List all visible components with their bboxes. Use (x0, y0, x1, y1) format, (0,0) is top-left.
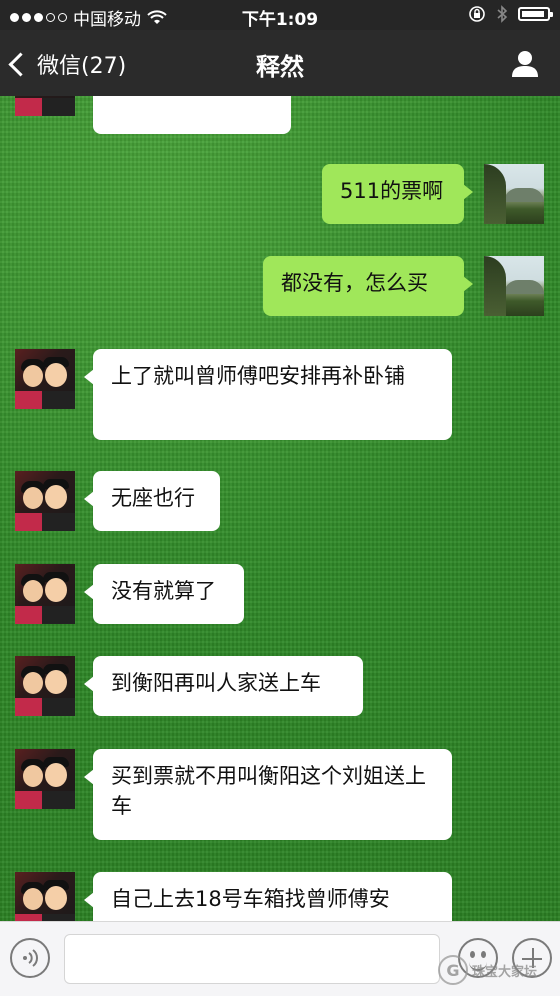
message-row: 买到票就不用叫衡阳这个刘姐送上车 (0, 749, 560, 850)
status-bar: 中国移动 下午1:09 (0, 0, 560, 30)
watermark-text: 珠宝大家坛 (472, 964, 538, 980)
battery-icon (518, 7, 553, 21)
message-row: 到衡阳再叫人家送上车 (0, 656, 560, 726)
watermark: G 珠宝大家坛 (438, 950, 556, 990)
watermark-logo: G (438, 955, 468, 985)
message-bubble[interactable]: 511的票啊 (322, 164, 473, 224)
bluetooth-icon (497, 5, 508, 23)
sender-avatar[interactable] (15, 349, 75, 409)
sender-avatar[interactable] (15, 749, 75, 809)
chat-title: 释然 (256, 53, 304, 81)
voice-icon (23, 949, 38, 967)
sender-avatar[interactable] (15, 471, 75, 531)
message-input[interactable] (64, 934, 440, 984)
message-bubble[interactable]: 买到票就不用叫衡阳这个刘姐送上车 (84, 749, 452, 840)
message-row: 只是买张票上去 (0, 96, 560, 144)
message-row: 自己上去18号车箱找曾师傅安 (0, 872, 560, 921)
sender-avatar[interactable] (15, 656, 75, 716)
message-row: 511的票啊 (0, 164, 560, 234)
message-bubble[interactable]: 都没有，怎么买 (263, 256, 473, 316)
message-row: 上了就叫曾师傅吧安排再补卧铺 (0, 349, 560, 450)
rotation-lock-icon (469, 6, 485, 22)
message-bubble[interactable]: 上了就叫曾师傅吧安排再补卧铺 (84, 349, 452, 440)
message-row: 都没有，怎么买 (0, 256, 560, 326)
message-row: 无座也行 (0, 471, 560, 541)
message-bubble[interactable]: 到衡阳再叫人家送上车 (84, 656, 363, 716)
sender-avatar[interactable] (15, 872, 75, 921)
battery-level (522, 11, 544, 17)
message-row: 没有就算了 (0, 564, 560, 634)
my-avatar[interactable] (484, 164, 544, 224)
nav-bar: 微信(27) 释然 (0, 30, 560, 96)
message-bubble[interactable]: 无座也行 (84, 471, 220, 531)
my-avatar[interactable] (484, 256, 544, 316)
person-icon[interactable] (510, 48, 540, 78)
message-bubble[interactable]: 自己上去18号车箱找曾师傅安 (84, 872, 452, 921)
chat-area[interactable]: 只是买张票上去 511的票啊都没有，怎么买上了就叫曾师傅吧安排再补卧铺无座也行没有… (0, 96, 560, 921)
sender-avatar[interactable] (15, 96, 75, 116)
message-bubble[interactable]: 只是买张票上去 (93, 96, 291, 134)
voice-button[interactable] (10, 938, 50, 978)
sender-avatar[interactable] (15, 564, 75, 624)
status-right (468, 5, 553, 23)
message-bubble[interactable]: 没有就算了 (84, 564, 244, 624)
